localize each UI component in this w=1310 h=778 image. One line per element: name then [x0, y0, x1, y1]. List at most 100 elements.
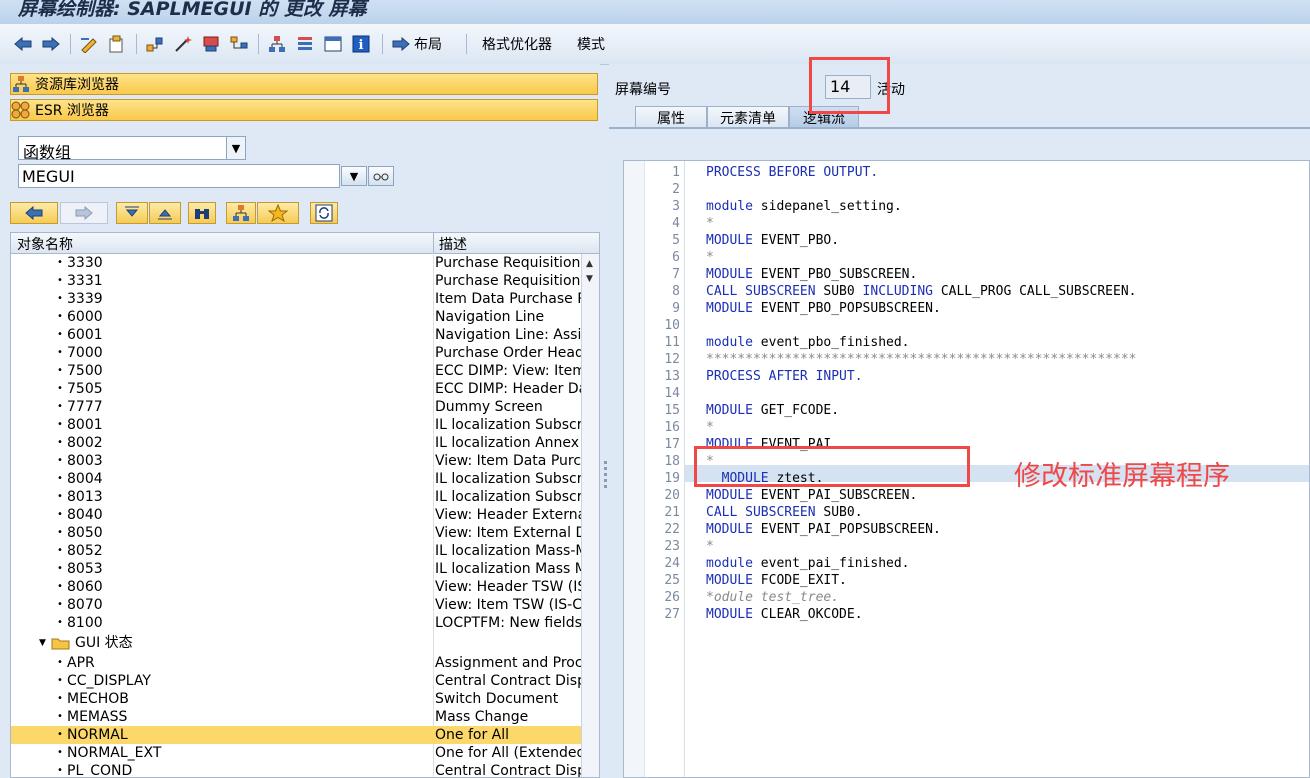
column-description[interactable]: 描述 [439, 234, 467, 254]
code-line[interactable]: * [706, 454, 714, 469]
tree-row[interactable]: • 7500 ECC DIMP: View: Item [11, 362, 581, 380]
wand-icon[interactable] [172, 33, 194, 55]
find-button[interactable] [188, 202, 216, 224]
tree-row[interactable]: • 8050 View: Item External D [11, 524, 581, 542]
tree-row[interactable]: • CC_DISPLAY Central Contract Displa [11, 672, 581, 690]
tree-row[interactable]: • NORMAL One for All [11, 726, 581, 744]
format-optimizer-button[interactable]: 格式优化器 [482, 34, 552, 54]
back-nav-button[interactable] [10, 202, 58, 224]
tree-row[interactable]: • 8003 View: Item Data Purch [11, 452, 581, 470]
code-line[interactable]: PROCESS AFTER INPUT. [706, 369, 863, 384]
tree-scrollbar[interactable]: ▲ ▼ [581, 254, 599, 777]
display-change-icon[interactable] [78, 33, 100, 55]
tree-row[interactable]: • MEMASS Mass Change [11, 708, 581, 726]
hierarchy-button[interactable] [226, 202, 256, 224]
bullet-icon: • [57, 747, 63, 758]
esr-browser-button[interactable]: ESR 浏览器 [10, 99, 598, 121]
stack-icon[interactable] [294, 33, 316, 55]
splitter-handle[interactable] [602, 458, 608, 498]
tree-row[interactable]: • 7000 Purchase Order Heade [11, 344, 581, 362]
code-line[interactable]: MODULE EVENT_PBO. [706, 233, 839, 248]
code-line[interactable]: MODULE EVENT_PAI_SUBSCREEN. [706, 488, 917, 503]
tree-row[interactable]: • 8004 IL localization Subscre [11, 470, 581, 488]
tree-row[interactable]: • 6001 Navigation Line: Assigr [11, 326, 581, 344]
chevron-down-icon[interactable]: ▼ [226, 137, 245, 159]
tree-row[interactable]: • 8040 View: Header External [11, 506, 581, 524]
code-line[interactable]: module event_pai_finished. [706, 556, 910, 571]
code-keyword: MODULE [721, 471, 769, 486]
code-line[interactable]: module event_pbo_finished. [706, 335, 910, 350]
tab-element-list[interactable]: 元素清单 [707, 106, 789, 128]
code-line[interactable]: MODULE GET_FCODE. [706, 403, 839, 418]
tree-row[interactable]: • 8100 LOCPTFM: New fields [11, 614, 581, 632]
tree-row[interactable]: • 3331 Purchase Requisition It [11, 272, 581, 290]
hierarchy-icon[interactable] [228, 33, 250, 55]
tree-row[interactable]: • 3330 Purchase Requisition: E [11, 254, 581, 272]
tree-row[interactable]: • 7777 Dummy Screen [11, 398, 581, 416]
tree-row[interactable]: • APR Assignment and Proce [11, 654, 581, 672]
code-line[interactable]: * [706, 420, 714, 435]
layout-arrow-icon[interactable] [390, 33, 412, 55]
expand-triangle-icon[interactable]: ▼ [39, 632, 46, 654]
back-icon[interactable] [12, 33, 34, 55]
tab-flow-logic[interactable]: 逻辑流 [789, 106, 859, 128]
screen-number-field[interactable]: 14 [825, 75, 871, 99]
code-line[interactable]: MODULE CLEAR_OKCODE. [706, 607, 863, 622]
screen-elements-icon[interactable] [200, 33, 222, 55]
mode-button[interactable]: 模式 [577, 34, 605, 54]
column-object-name[interactable]: 对象名称 [17, 234, 73, 254]
code-line[interactable]: MODULE EVENT_PAI. [706, 437, 839, 452]
code-line[interactable]: MODULE ztest. [706, 471, 824, 486]
collapse-button[interactable] [116, 202, 148, 224]
tree-row[interactable]: • PL_COND Central Contract Displa [11, 762, 581, 777]
object-list-icon[interactable] [144, 33, 166, 55]
info-icon[interactable]: i [350, 33, 372, 55]
window-icon[interactable] [322, 33, 344, 55]
object-name-input[interactable]: MEGUI [18, 164, 340, 188]
dropdown-icon[interactable]: ▼ [341, 166, 367, 186]
code-line[interactable]: * [706, 250, 714, 265]
forward-icon[interactable] [40, 33, 62, 55]
tree-row[interactable]: • 8002 IL localization Annex d [11, 434, 581, 452]
code-line[interactable]: CALL SUBSCREEN SUB0. [706, 505, 863, 520]
code-line[interactable]: PROCESS BEFORE OUTPUT. [706, 165, 878, 180]
forward-nav-button[interactable] [60, 202, 108, 224]
tree-row[interactable]: • 7505 ECC DIMP: Header Da [11, 380, 581, 398]
code-line[interactable]: ****************************************… [706, 352, 1136, 367]
glasses-icon[interactable] [368, 166, 394, 186]
code-line[interactable]: module sidepanel_setting. [706, 199, 902, 214]
code-line[interactable]: * [706, 216, 714, 231]
tree-folder-gui-status[interactable]: ▼ GUI 状态 [11, 632, 581, 654]
tree-row[interactable]: • 8052 IL localization Mass-Ma [11, 542, 581, 560]
tree-row[interactable]: • 8070 View: Item TSW (IS-C [11, 596, 581, 614]
favorites-button[interactable] [257, 202, 299, 224]
scroll-down-icon[interactable]: ▼ [586, 274, 593, 284]
code-line[interactable]: MODULE EVENT_PBO_POPSUBSCREEN. [706, 301, 941, 316]
tree-row[interactable]: • 8060 View: Header TSW (IS [11, 578, 581, 596]
tree-row[interactable]: • MECHOB Switch Document [11, 690, 581, 708]
tab-attributes[interactable]: 属性 [635, 106, 707, 128]
code-line[interactable]: MODULE FCODE_EXIT. [706, 573, 847, 588]
code-line[interactable]: MODULE EVENT_PBO_SUBSCREEN. [706, 267, 917, 282]
code-line[interactable]: CALL SUBSCREEN SUB0 INCLUDING CALL_PROG … [706, 284, 1137, 299]
code-line[interactable]: *odule test_tree. [706, 590, 839, 605]
expand-button[interactable] [149, 202, 181, 224]
refresh-button[interactable] [310, 202, 338, 224]
row-description: Purchase Requisition: E [435, 255, 581, 271]
object-type-select[interactable]: 函数组 ▼ [18, 136, 246, 162]
tree-row[interactable]: • 8001 IL localization Subscre [11, 416, 581, 434]
active-inactive-icon[interactable] [106, 33, 128, 55]
code-line[interactable]: * [706, 539, 714, 554]
layout-button[interactable]: 布局 [414, 34, 442, 54]
tree-row[interactable]: • 3339 Item Data Purchase R [11, 290, 581, 308]
line-number: 8 [672, 284, 680, 299]
tree-row[interactable]: • NORMAL_EXT One for All (Extended [11, 744, 581, 762]
line-number: 12 [664, 352, 680, 367]
repository-browser-button[interactable]: 资源库浏览器 [10, 73, 598, 95]
code-line[interactable]: MODULE EVENT_PAI_POPSUBSCREEN. [706, 522, 941, 537]
tree-row[interactable]: • 8013 IL localization Subscre [11, 488, 581, 506]
org-chart-icon[interactable] [266, 33, 288, 55]
tree-row[interactable]: • 8053 IL localization Mass Ma [11, 560, 581, 578]
scroll-up-icon[interactable]: ▲ [586, 259, 593, 269]
tree-row[interactable]: • 6000 Navigation Line [11, 308, 581, 326]
